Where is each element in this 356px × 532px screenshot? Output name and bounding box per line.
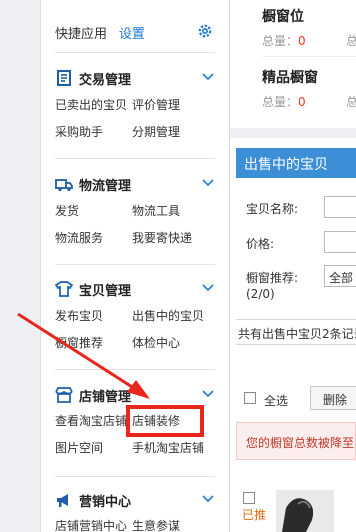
quick-apps-settings-link[interactable]: 设置 xyxy=(119,27,145,42)
link-health-center[interactable]: 体检中心 xyxy=(132,334,180,351)
divider xyxy=(55,52,215,53)
divider xyxy=(55,476,215,477)
total-label: 总量： xyxy=(262,95,299,109)
window-slot-total: 总量：0 xyxy=(262,32,306,49)
sidebar-panel: 快捷应用 设置 交易管理 已卖出的宝贝 评价管理 采购助手 分期管理 物流管理 … xyxy=(40,0,230,532)
window-recommend-count: (2/0) xyxy=(246,287,275,301)
section-logistics-header[interactable]: 物流管理 xyxy=(55,174,215,194)
link-purchase-assistant[interactable]: 采购助手 xyxy=(55,123,103,140)
total-value: 0 xyxy=(298,95,306,109)
delete-button[interactable]: 删除 xyxy=(310,386,356,410)
divider xyxy=(55,158,215,159)
premium-window-title: 精品橱窗 xyxy=(262,70,318,86)
section-marketing: 营销中心 店铺营销中心 生意参谋 xyxy=(55,490,215,532)
document-icon xyxy=(57,70,71,86)
select-all-checkbox[interactable] xyxy=(244,392,256,404)
item-name-label: 宝贝名称: xyxy=(246,202,299,216)
link-review-manage[interactable]: 评价管理 xyxy=(132,96,180,113)
megaphone-icon xyxy=(57,494,68,507)
quick-apps-label: 快捷应用 xyxy=(55,27,108,42)
section-title: 宝贝管理 xyxy=(79,284,132,299)
section-trade-header[interactable]: 交易管理 xyxy=(55,68,215,88)
left-sidebar: 快捷应用 设置 交易管理 已卖出的宝贝 评价管理 采购助手 分期管理 物流管理 … xyxy=(0,0,230,532)
truck-icon xyxy=(55,179,73,192)
section-title: 营销中心 xyxy=(79,495,132,510)
item-name-input[interactable] xyxy=(324,196,356,218)
section-title: 物流管理 xyxy=(79,179,132,194)
section-title: 交易管理 xyxy=(79,73,132,88)
link-image-space[interactable]: 图片空间 xyxy=(55,439,103,456)
section-store: 店铺管理 查看淘宝店铺 店铺装修 图片空间 手机淘宝店铺 xyxy=(55,385,215,455)
items-on-sale-panel: 出售中的宝贝 宝贝名称: 价格: 橱窗推荐: (2/0) 全部 共有出售中宝贝2… xyxy=(230,138,356,532)
window-warning-banner: 您的橱窗总数被降至 xyxy=(236,422,356,460)
premium-window-side-total: 总 xyxy=(346,95,356,109)
gear-icon[interactable] xyxy=(197,23,213,39)
link-items-on-sale[interactable]: 出售中的宝贝 xyxy=(132,307,204,324)
section-marketing-header[interactable]: 营销中心 xyxy=(55,490,215,510)
link-view-store[interactable]: 查看淘宝店铺 xyxy=(55,412,127,429)
premium-window-total: 总量：0 xyxy=(262,93,306,110)
section-trade: 交易管理 已卖出的宝贝 评价管理 采购助手 分期管理 xyxy=(55,68,215,139)
chevron-down-icon[interactable] xyxy=(201,492,215,506)
link-marketing-center[interactable]: 店铺营销中心 xyxy=(55,517,127,532)
chevron-down-icon[interactable] xyxy=(201,176,215,190)
link-installment-manage[interactable]: 分期管理 xyxy=(132,123,180,140)
tab-items-on-sale[interactable]: 出售中的宝贝 xyxy=(236,148,356,178)
section-items-header[interactable]: 宝贝管理 xyxy=(55,279,215,299)
link-business-advisor[interactable]: 生意参谋 xyxy=(132,517,180,532)
chevron-down-icon[interactable] xyxy=(201,70,215,84)
window-recommend-select[interactable]: 全部 xyxy=(324,265,356,287)
link-ship[interactable]: 发货 xyxy=(55,202,79,219)
section-title: 店铺管理 xyxy=(79,390,132,405)
total-value: 0 xyxy=(298,34,306,48)
store-icon xyxy=(55,387,73,403)
link-logistics-service[interactable]: 物流服务 xyxy=(55,229,103,246)
chevron-down-icon[interactable] xyxy=(201,387,215,401)
divider xyxy=(262,56,356,57)
window-recommend-label: 橱窗推荐: xyxy=(246,271,299,285)
divider xyxy=(55,264,215,265)
total-label: 总量： xyxy=(262,34,299,48)
recommended-tag: 已推 xyxy=(242,508,267,522)
link-publish-item[interactable]: 发布宝贝 xyxy=(55,307,103,324)
main-content: 橱窗位 总量：0 总 精品橱窗 总量：0 总 出售中的宝贝 宝贝名称: 价格: … xyxy=(230,0,356,532)
annotation-highlight-box xyxy=(126,405,204,437)
select-all-label: 全选 xyxy=(264,394,289,408)
link-window-recommend[interactable]: 橱窗推荐 xyxy=(55,334,103,351)
thumbnail-image xyxy=(276,490,334,532)
link-send-express[interactable]: 我要寄快递 xyxy=(132,229,192,246)
window-slot-side-total: 总 xyxy=(346,34,356,48)
chevron-down-icon[interactable] xyxy=(201,281,215,295)
tshirt-icon xyxy=(55,281,73,297)
divider xyxy=(55,369,215,370)
window-slots-card: 橱窗位 总量：0 总 精品橱窗 总量：0 总 xyxy=(230,0,356,128)
window-slot-title: 橱窗位 xyxy=(262,9,304,25)
quick-apps-header: 快捷应用 设置 xyxy=(55,23,215,42)
item-checkbox[interactable] xyxy=(243,492,255,504)
section-logistics: 物流管理 发货 物流工具 物流服务 我要寄快递 xyxy=(55,174,215,245)
price-input[interactable] xyxy=(324,231,356,253)
record-count: 共有出售中宝贝2条记录 xyxy=(236,319,356,345)
link-sold-items[interactable]: 已卖出的宝贝 xyxy=(55,96,127,113)
price-label: 价格: xyxy=(246,237,275,251)
link-mobile-store[interactable]: 手机淘宝店铺 xyxy=(132,439,204,456)
section-items: 宝贝管理 发布宝贝 出售中的宝贝 橱窗推荐 体检中心 xyxy=(55,279,215,350)
item-thumbnail[interactable] xyxy=(276,490,334,532)
link-logistics-tools[interactable]: 物流工具 xyxy=(132,202,180,219)
section-store-header[interactable]: 店铺管理 xyxy=(55,385,215,405)
